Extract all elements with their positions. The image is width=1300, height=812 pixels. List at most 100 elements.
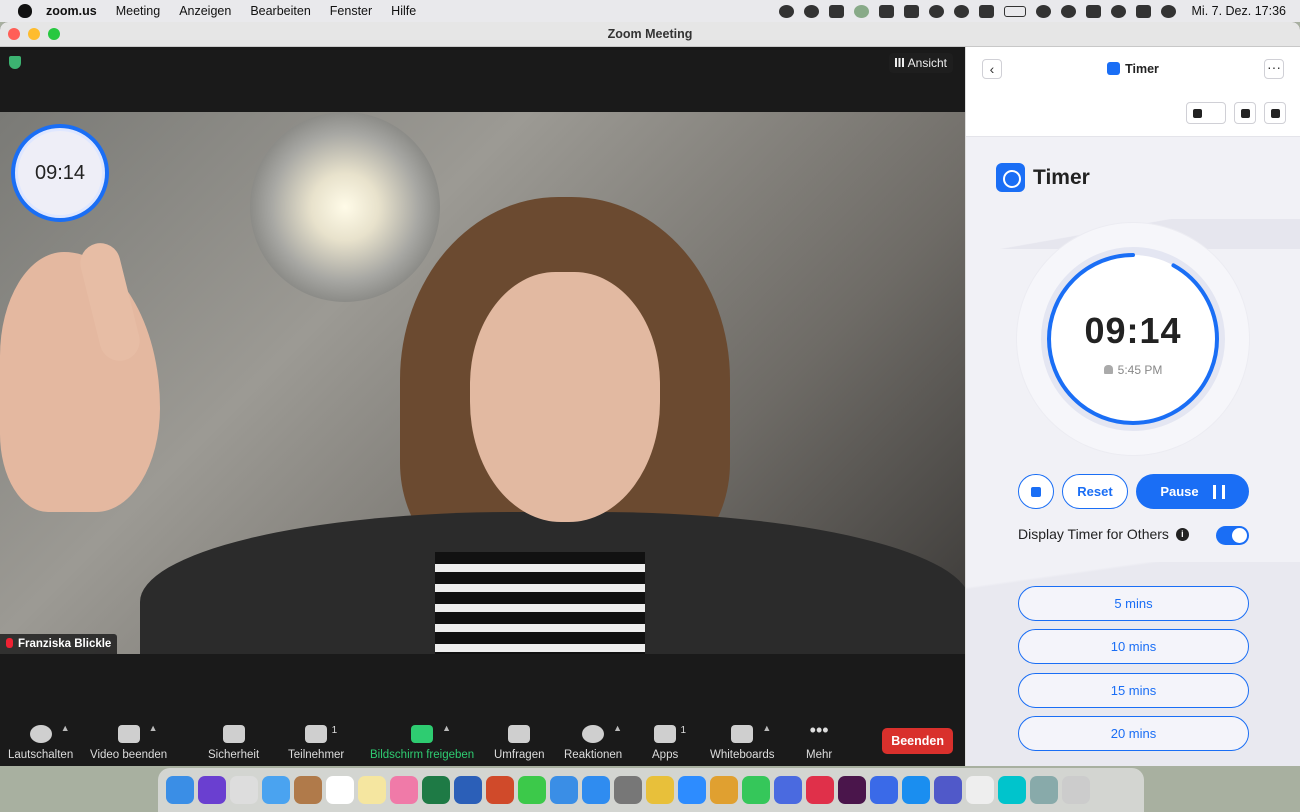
apps-count: 1 xyxy=(680,725,687,736)
collapse-panel-icon[interactable] xyxy=(1264,102,1286,124)
zoom-status-icon[interactable] xyxy=(778,4,794,18)
chevron-up-icon[interactable]: ▲ xyxy=(613,723,622,733)
preview-icon[interactable] xyxy=(1030,776,1058,804)
status-dot-icon[interactable] xyxy=(853,4,869,18)
cyberduck-icon[interactable] xyxy=(710,776,738,804)
chevron-up-icon[interactable]: ▲ xyxy=(762,723,771,733)
more-button[interactable]: ••• Mehr xyxy=(806,721,833,761)
app-status-icon[interactable] xyxy=(878,4,894,18)
teamviewer-icon[interactable] xyxy=(902,776,930,804)
share-screen-icon: ▲ xyxy=(411,723,451,743)
preset-20-mins[interactable]: 20 mins xyxy=(1018,716,1249,751)
view-button[interactable]: Ansicht xyxy=(888,53,953,73)
teams-icon[interactable] xyxy=(934,776,962,804)
user-icon[interactable] xyxy=(1060,4,1076,18)
launchpad-icon[interactable] xyxy=(230,776,258,804)
pause-button[interactable]: Pause xyxy=(1136,474,1249,509)
menu-item-meeting[interactable]: Meeting xyxy=(116,4,160,18)
calendar-icon[interactable] xyxy=(326,776,354,804)
mute-button[interactable]: ▲ Lautschalten xyxy=(8,723,73,761)
apple-icon[interactable] xyxy=(18,4,32,18)
apps-button[interactable]: 1 Apps xyxy=(652,725,686,761)
preset-15-mins[interactable]: 15 mins xyxy=(1018,673,1249,708)
encryption-shield-icon[interactable] xyxy=(9,56,21,69)
info-icon[interactable]: i xyxy=(1175,527,1189,541)
more-label: Mehr xyxy=(806,749,833,761)
textedit-icon[interactable] xyxy=(966,776,994,804)
system-preferences-icon[interactable] xyxy=(614,776,642,804)
participants-button[interactable]: 1 Teilnehmer xyxy=(288,725,344,761)
m-app-icon[interactable] xyxy=(806,776,834,804)
dropbox-icon[interactable] xyxy=(828,4,844,18)
safari-icon[interactable] xyxy=(550,776,578,804)
title-bar: Zoom Meeting xyxy=(0,22,1300,47)
settings-app-icon[interactable] xyxy=(774,776,802,804)
panel-tools xyxy=(1186,102,1286,124)
sound-button[interactable] xyxy=(1018,474,1054,509)
timer-title-label: Timer xyxy=(1033,165,1090,189)
mini-timer-overlay[interactable]: 09:14 xyxy=(11,124,109,222)
menu-item-fenster[interactable]: Fenster xyxy=(330,4,372,18)
whatsapp-icon[interactable] xyxy=(742,776,770,804)
participant-video[interactable]: 09:14 Franziska Blickle xyxy=(0,112,965,654)
zoom-app-icon[interactable] xyxy=(678,776,706,804)
chrome-icon[interactable] xyxy=(646,776,674,804)
menu-item-bearbeiten[interactable]: Bearbeiten xyxy=(250,4,310,18)
mail-icon[interactable] xyxy=(262,776,290,804)
siri-icon[interactable] xyxy=(1160,4,1176,18)
preset-10-mins[interactable]: 10 mins xyxy=(1018,629,1249,664)
signal-icon[interactable] xyxy=(870,776,898,804)
battery-icon[interactable] xyxy=(1003,5,1026,17)
bluetooth-icon[interactable] xyxy=(978,4,994,18)
contacts-icon[interactable] xyxy=(294,776,322,804)
video-area: Ansicht 09:14 Franziska Blickle ▲ Lautsch… xyxy=(0,47,965,766)
chevron-up-icon[interactable]: ▲ xyxy=(442,723,451,733)
share-app-dropdown[interactable] xyxy=(1186,102,1226,124)
powerpoint-icon[interactable] xyxy=(486,776,514,804)
control-center-icon[interactable] xyxy=(1135,4,1151,18)
polls-button[interactable]: Umfragen xyxy=(494,725,545,761)
canva-icon[interactable] xyxy=(998,776,1026,804)
participants-label: Teilnehmer xyxy=(288,749,345,761)
display-timer-toggle[interactable] xyxy=(1216,526,1249,545)
finder-icon[interactable] xyxy=(166,776,194,804)
video-button[interactable]: ▲ Video beenden xyxy=(90,723,167,761)
menu-item-anzeigen[interactable]: Anzeigen xyxy=(179,4,231,18)
chevron-up-icon[interactable]: ▲ xyxy=(61,723,70,733)
panel-more-button[interactable]: ··· xyxy=(1264,59,1284,79)
facetime-icon[interactable] xyxy=(518,776,546,804)
participants-icon: 1 xyxy=(305,725,337,743)
word-icon[interactable] xyxy=(454,776,482,804)
siri-app-icon[interactable] xyxy=(198,776,226,804)
photos-icon[interactable] xyxy=(390,776,418,804)
chevron-up-icon[interactable]: ▲ xyxy=(149,723,158,733)
timer-time: 09:14 xyxy=(1084,310,1182,351)
menu-app-name[interactable]: zoom.us xyxy=(46,4,97,18)
search-icon[interactable] xyxy=(1110,4,1126,18)
share-screen-button[interactable]: ▲ Bildschirm freigeben xyxy=(370,723,474,761)
wifi-icon[interactable] xyxy=(1035,4,1051,18)
reactions-button[interactable]: ▲ Reaktionen xyxy=(564,723,622,761)
end-meeting-button[interactable]: Beenden xyxy=(882,728,953,754)
preset-5-mins[interactable]: 5 mins xyxy=(1018,586,1249,621)
status-area: Mi. 7. Dez. 17:36 xyxy=(778,0,1287,22)
keyboard-icon[interactable] xyxy=(1085,4,1101,18)
slack-icon[interactable] xyxy=(838,776,866,804)
play-icon[interactable] xyxy=(953,4,969,18)
timer-app-title: Timer xyxy=(996,163,1090,192)
trash-icon[interactable] xyxy=(1062,776,1090,804)
ghost-icon[interactable] xyxy=(903,4,919,18)
excel-icon[interactable] xyxy=(422,776,450,804)
time-machine-icon[interactable] xyxy=(928,4,944,18)
polls-label: Umfragen xyxy=(494,749,545,761)
whiteboards-button[interactable]: ▲ Whiteboards xyxy=(710,723,775,761)
reset-button[interactable]: Reset xyxy=(1062,474,1128,509)
window-title: Zoom Meeting xyxy=(607,27,693,41)
security-button[interactable]: Sicherheit xyxy=(208,725,259,761)
menu-clock[interactable]: Mi. 7. Dez. 17:36 xyxy=(1192,4,1287,18)
gear-status-icon[interactable] xyxy=(803,4,819,18)
app-store-icon[interactable] xyxy=(582,776,610,804)
filter-icon[interactable] xyxy=(1234,102,1256,124)
menu-item-hilfe[interactable]: Hilfe xyxy=(391,4,416,18)
notes-icon[interactable] xyxy=(358,776,386,804)
